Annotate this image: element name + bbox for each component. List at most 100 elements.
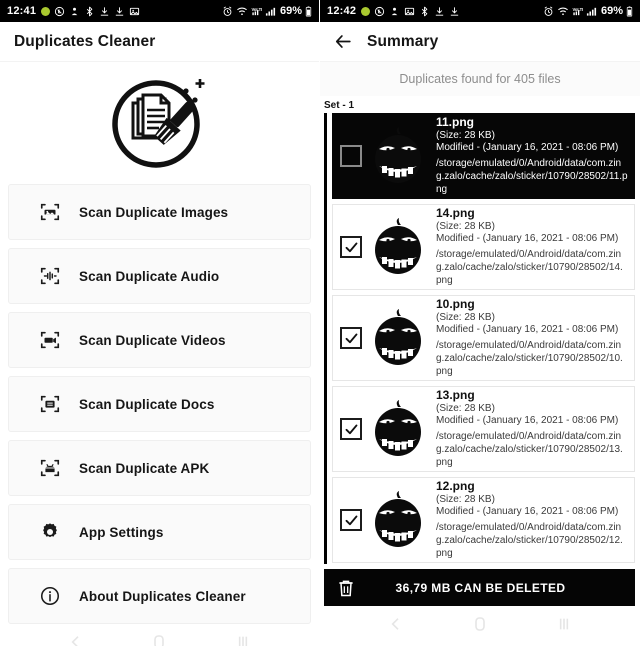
home-icon[interactable] — [151, 634, 167, 646]
table-row[interactable]: 13.png (Size: 28 KB) Modified - (January… — [332, 386, 635, 472]
file-checkbox[interactable] — [340, 327, 362, 349]
file-name: 14.png — [436, 206, 475, 221]
menu-item-scan-duplicate-apk[interactable]: Scan Duplicate APK — [8, 440, 311, 496]
scan-doc-icon — [39, 393, 61, 415]
back-icon[interactable] — [388, 616, 404, 637]
mobile-data-icon: VoLTE — [572, 6, 585, 17]
menu-item-app-settings[interactable]: App Settings — [8, 504, 311, 560]
download-icon — [434, 6, 445, 17]
signal-icon — [586, 6, 597, 17]
file-size: (Size: 28 KB) — [436, 403, 495, 415]
duplicate-file-list: 11.png (Size: 28 KB) Modified - (January… — [332, 113, 635, 564]
bluetooth-icon — [84, 6, 95, 17]
logo-container — [0, 62, 319, 182]
screenshot-root: 12:41 VoLT 69% Duplicates Cleaner Scan D… — [0, 0, 640, 646]
set-label: Set - 1 — [324, 100, 355, 111]
status-bar: 12:42 VoLT 69% — [320, 0, 640, 22]
battery-percent-label: 69% — [600, 5, 623, 17]
file-path: /storage/emulated/0/Android/data/com.zin… — [436, 158, 628, 195]
file-size: (Size: 28 KB) — [436, 494, 495, 506]
screen-duplicates-cleaner-home: 12:41 VoLT 69% Duplicates Cleaner Scan D… — [0, 0, 320, 646]
file-meta: 14.png (Size: 28 KB) Modified - (January… — [434, 206, 628, 287]
menu-item-scan-duplicate-images[interactable]: Scan Duplicate Images — [8, 184, 311, 240]
table-row[interactable]: 14.png (Size: 28 KB) Modified - (January… — [332, 204, 635, 290]
menu-item-scan-duplicate-docs[interactable]: Scan Duplicate Docs — [8, 376, 311, 432]
battery-percent-label: 69% — [279, 5, 302, 17]
table-row[interactable]: 11.png (Size: 28 KB) Modified - (January… — [332, 113, 635, 199]
file-meta: 10.png (Size: 28 KB) Modified - (January… — [434, 297, 628, 378]
file-modified: Modified - (January 16, 2021 - 08:06 PM) — [436, 233, 619, 245]
svg-text:VoLTE: VoLTE — [251, 7, 262, 12]
signal-icon — [265, 6, 276, 17]
table-row[interactable]: 12.png (Size: 28 KB) Modified - (January… — [332, 477, 635, 563]
menu-item-label: Scan Duplicate Audio — [79, 268, 220, 284]
no-sound-icon — [374, 6, 385, 17]
status-clock: 12:42 — [327, 5, 357, 17]
scan-audio-icon — [39, 265, 61, 287]
file-thumbnail — [369, 216, 427, 278]
file-path: /storage/emulated/0/Android/data/com.zin… — [436, 249, 623, 286]
app-bar: Duplicates Cleaner — [0, 22, 319, 62]
file-thumbnail — [369, 398, 427, 460]
duplicates-found-label: Duplicates found for 405 files — [320, 62, 640, 96]
menu-item-scan-duplicate-audio[interactable]: Scan Duplicate Audio — [8, 248, 311, 304]
file-name: 12.png — [436, 479, 475, 494]
file-meta: 11.png (Size: 28 KB) Modified - (January… — [434, 115, 628, 196]
mobile-data-icon: VoLTE — [251, 6, 264, 17]
file-name: 13.png — [436, 388, 475, 403]
battery-icon — [305, 5, 312, 17]
system-nav-bar — [320, 606, 640, 646]
green-dot-icon — [41, 6, 51, 16]
home-icon[interactable] — [472, 616, 488, 637]
back-arrow-icon[interactable] — [334, 32, 353, 51]
menu-item-label: Scan Duplicate Videos — [79, 332, 226, 348]
no-sound-icon — [54, 6, 65, 17]
system-nav-bar — [0, 624, 319, 646]
status-bar: 12:41 VoLT 69% — [0, 0, 319, 22]
bluetooth-icon — [419, 6, 430, 17]
recents-icon[interactable] — [556, 616, 572, 637]
app-bar: Summary — [320, 22, 640, 62]
back-icon[interactable] — [68, 634, 84, 646]
file-checkbox[interactable] — [340, 145, 362, 167]
wifi-icon — [557, 6, 569, 17]
file-modified: Modified - (January 16, 2021 - 08:06 PM) — [436, 415, 619, 427]
battery-icon — [626, 5, 633, 17]
svg-text:VoLTE: VoLTE — [572, 7, 583, 12]
file-checkbox[interactable] — [340, 509, 362, 531]
file-checkbox[interactable] — [340, 236, 362, 258]
status-clock: 12:41 — [7, 5, 37, 17]
download-icon — [99, 6, 110, 17]
page-title: Summary — [367, 32, 439, 50]
data-saver-icon — [69, 6, 80, 17]
set-body: 11.png (Size: 28 KB) Modified - (January… — [320, 113, 640, 564]
menu-item-scan-duplicate-videos[interactable]: Scan Duplicate Videos — [8, 312, 311, 368]
recents-icon[interactable] — [235, 634, 251, 646]
alarm-icon — [543, 6, 554, 17]
menu-item-label: Scan Duplicate Images — [79, 204, 229, 220]
trash-icon — [336, 577, 356, 599]
file-path: /storage/emulated/0/Android/data/com.zin… — [436, 522, 623, 559]
menu-item-about-duplicates-cleaner[interactable]: About Duplicates Cleaner — [8, 568, 311, 624]
scan-video-icon — [39, 329, 61, 351]
menu-item-label: About Duplicates Cleaner — [79, 588, 246, 604]
info-icon — [39, 585, 61, 607]
file-path: /storage/emulated/0/Android/data/com.zin… — [436, 431, 623, 468]
scan-apk-icon — [39, 457, 61, 479]
file-meta: 13.png (Size: 28 KB) Modified - (January… — [434, 388, 628, 469]
delete-button[interactable]: 36,79 MB CAN BE DELETED — [324, 569, 635, 606]
alarm-icon — [222, 6, 233, 17]
page-title: Duplicates Cleaner — [14, 32, 156, 50]
menu-item-label: Scan Duplicate APK — [79, 460, 210, 476]
file-thumbnail — [369, 489, 427, 551]
file-checkbox[interactable] — [340, 418, 362, 440]
delete-label: 36,79 MB CAN BE DELETED — [395, 580, 566, 595]
table-row[interactable]: 10.png (Size: 28 KB) Modified - (January… — [332, 295, 635, 381]
file-modified: Modified - (January 16, 2021 - 08:06 PM) — [436, 324, 619, 336]
file-modified: Modified - (January 16, 2021 - 08:06 PM) — [436, 506, 619, 518]
menu-item-label: Scan Duplicate Docs — [79, 396, 215, 412]
menu-list: Scan Duplicate Images Scan Duplicate Aud… — [0, 182, 319, 624]
download-icon — [114, 6, 125, 17]
screenshot-icon — [129, 6, 140, 17]
file-meta: 12.png (Size: 28 KB) Modified - (January… — [434, 479, 628, 560]
